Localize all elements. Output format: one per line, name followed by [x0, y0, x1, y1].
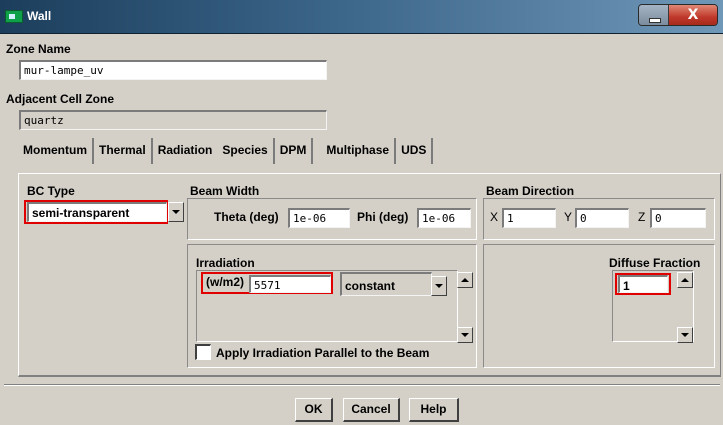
- apply-parallel-checkbox[interactable]: [195, 344, 211, 360]
- tab-species[interactable]: Species: [217, 138, 275, 164]
- chevron-up-icon: [681, 278, 689, 282]
- bc-type-dropdown-button[interactable]: [168, 202, 184, 222]
- adjacent-cell-zone-field: quartz: [19, 110, 327, 130]
- beam-direction-label: Beam Direction: [486, 184, 575, 198]
- tab-bar: Momentum Thermal Radiation Species DPM M…: [18, 138, 434, 164]
- x-label: X: [490, 210, 499, 224]
- chevron-down-icon: [681, 333, 689, 337]
- title-bar[interactable]: Wall X: [0, 0, 723, 34]
- irradiation-scroll-up[interactable]: [457, 272, 473, 288]
- ok-button[interactable]: OK: [295, 398, 333, 422]
- z-label: Z: [638, 210, 646, 224]
- bc-type-label: BC Type: [27, 184, 75, 198]
- tab-uds[interactable]: UDS: [396, 138, 434, 164]
- theta-label: Theta (deg): [214, 210, 279, 224]
- window-controls: X: [638, 4, 718, 26]
- chevron-up-icon: [461, 278, 469, 282]
- bc-type-select[interactable]: semi-transparent: [27, 202, 167, 222]
- y-label: Y: [564, 210, 573, 224]
- zone-name-input[interactable]: mur-lampe_uv: [19, 60, 327, 80]
- apply-parallel-label: Apply Irradiation Parallel to the Beam: [216, 346, 430, 360]
- diffuse-fraction-scroll-down[interactable]: [677, 327, 693, 343]
- chevron-down-icon: [435, 284, 443, 288]
- tab-thermal[interactable]: Thermal: [94, 138, 153, 164]
- phi-label: Phi (deg): [357, 210, 409, 224]
- tab-dpm[interactable]: DPM: [275, 138, 314, 164]
- help-button[interactable]: Help: [409, 398, 459, 422]
- phi-input[interactable]: 1e-06: [417, 208, 471, 228]
- irradiation-unit-label: (w/m2): [206, 275, 245, 289]
- z-direction-input[interactable]: 0: [650, 208, 706, 228]
- irradiation-scroll-down[interactable]: [457, 327, 473, 343]
- cancel-button[interactable]: Cancel: [343, 398, 400, 422]
- diffuse-fraction-input[interactable]: 1: [618, 275, 668, 293]
- irradiation-method-select[interactable]: constant: [340, 272, 432, 296]
- diffuse-fraction-scroll-up[interactable]: [677, 272, 693, 288]
- tab-radiation[interactable]: Radiation: [153, 138, 218, 164]
- y-direction-input[interactable]: 0: [575, 208, 629, 228]
- app-icon: [5, 10, 23, 23]
- footer-separator: [4, 384, 720, 386]
- zone-name-label: Zone Name: [6, 42, 71, 56]
- chevron-down-icon: [461, 333, 469, 337]
- tab-momentum[interactable]: Momentum: [18, 138, 94, 164]
- irradiation-method-dropdown-button[interactable]: [431, 276, 447, 296]
- close-button[interactable]: X: [669, 5, 717, 25]
- theta-input[interactable]: 1e-06: [288, 208, 350, 228]
- x-direction-input[interactable]: 1: [502, 208, 556, 228]
- beam-width-label: Beam Width: [190, 184, 260, 198]
- minimize-button[interactable]: [639, 5, 669, 25]
- tab-spacer: [313, 138, 321, 164]
- diffuse-fraction-label: Diffuse Fraction: [609, 256, 701, 270]
- chevron-down-icon: [172, 210, 180, 214]
- adjacent-cell-zone-label: Adjacent Cell Zone: [6, 92, 115, 106]
- window-title: Wall: [27, 9, 52, 23]
- irradiation-label: Irradiation: [196, 256, 255, 270]
- tab-multiphase[interactable]: Multiphase: [321, 138, 397, 164]
- irradiation-value-input[interactable]: 5571: [249, 275, 331, 293]
